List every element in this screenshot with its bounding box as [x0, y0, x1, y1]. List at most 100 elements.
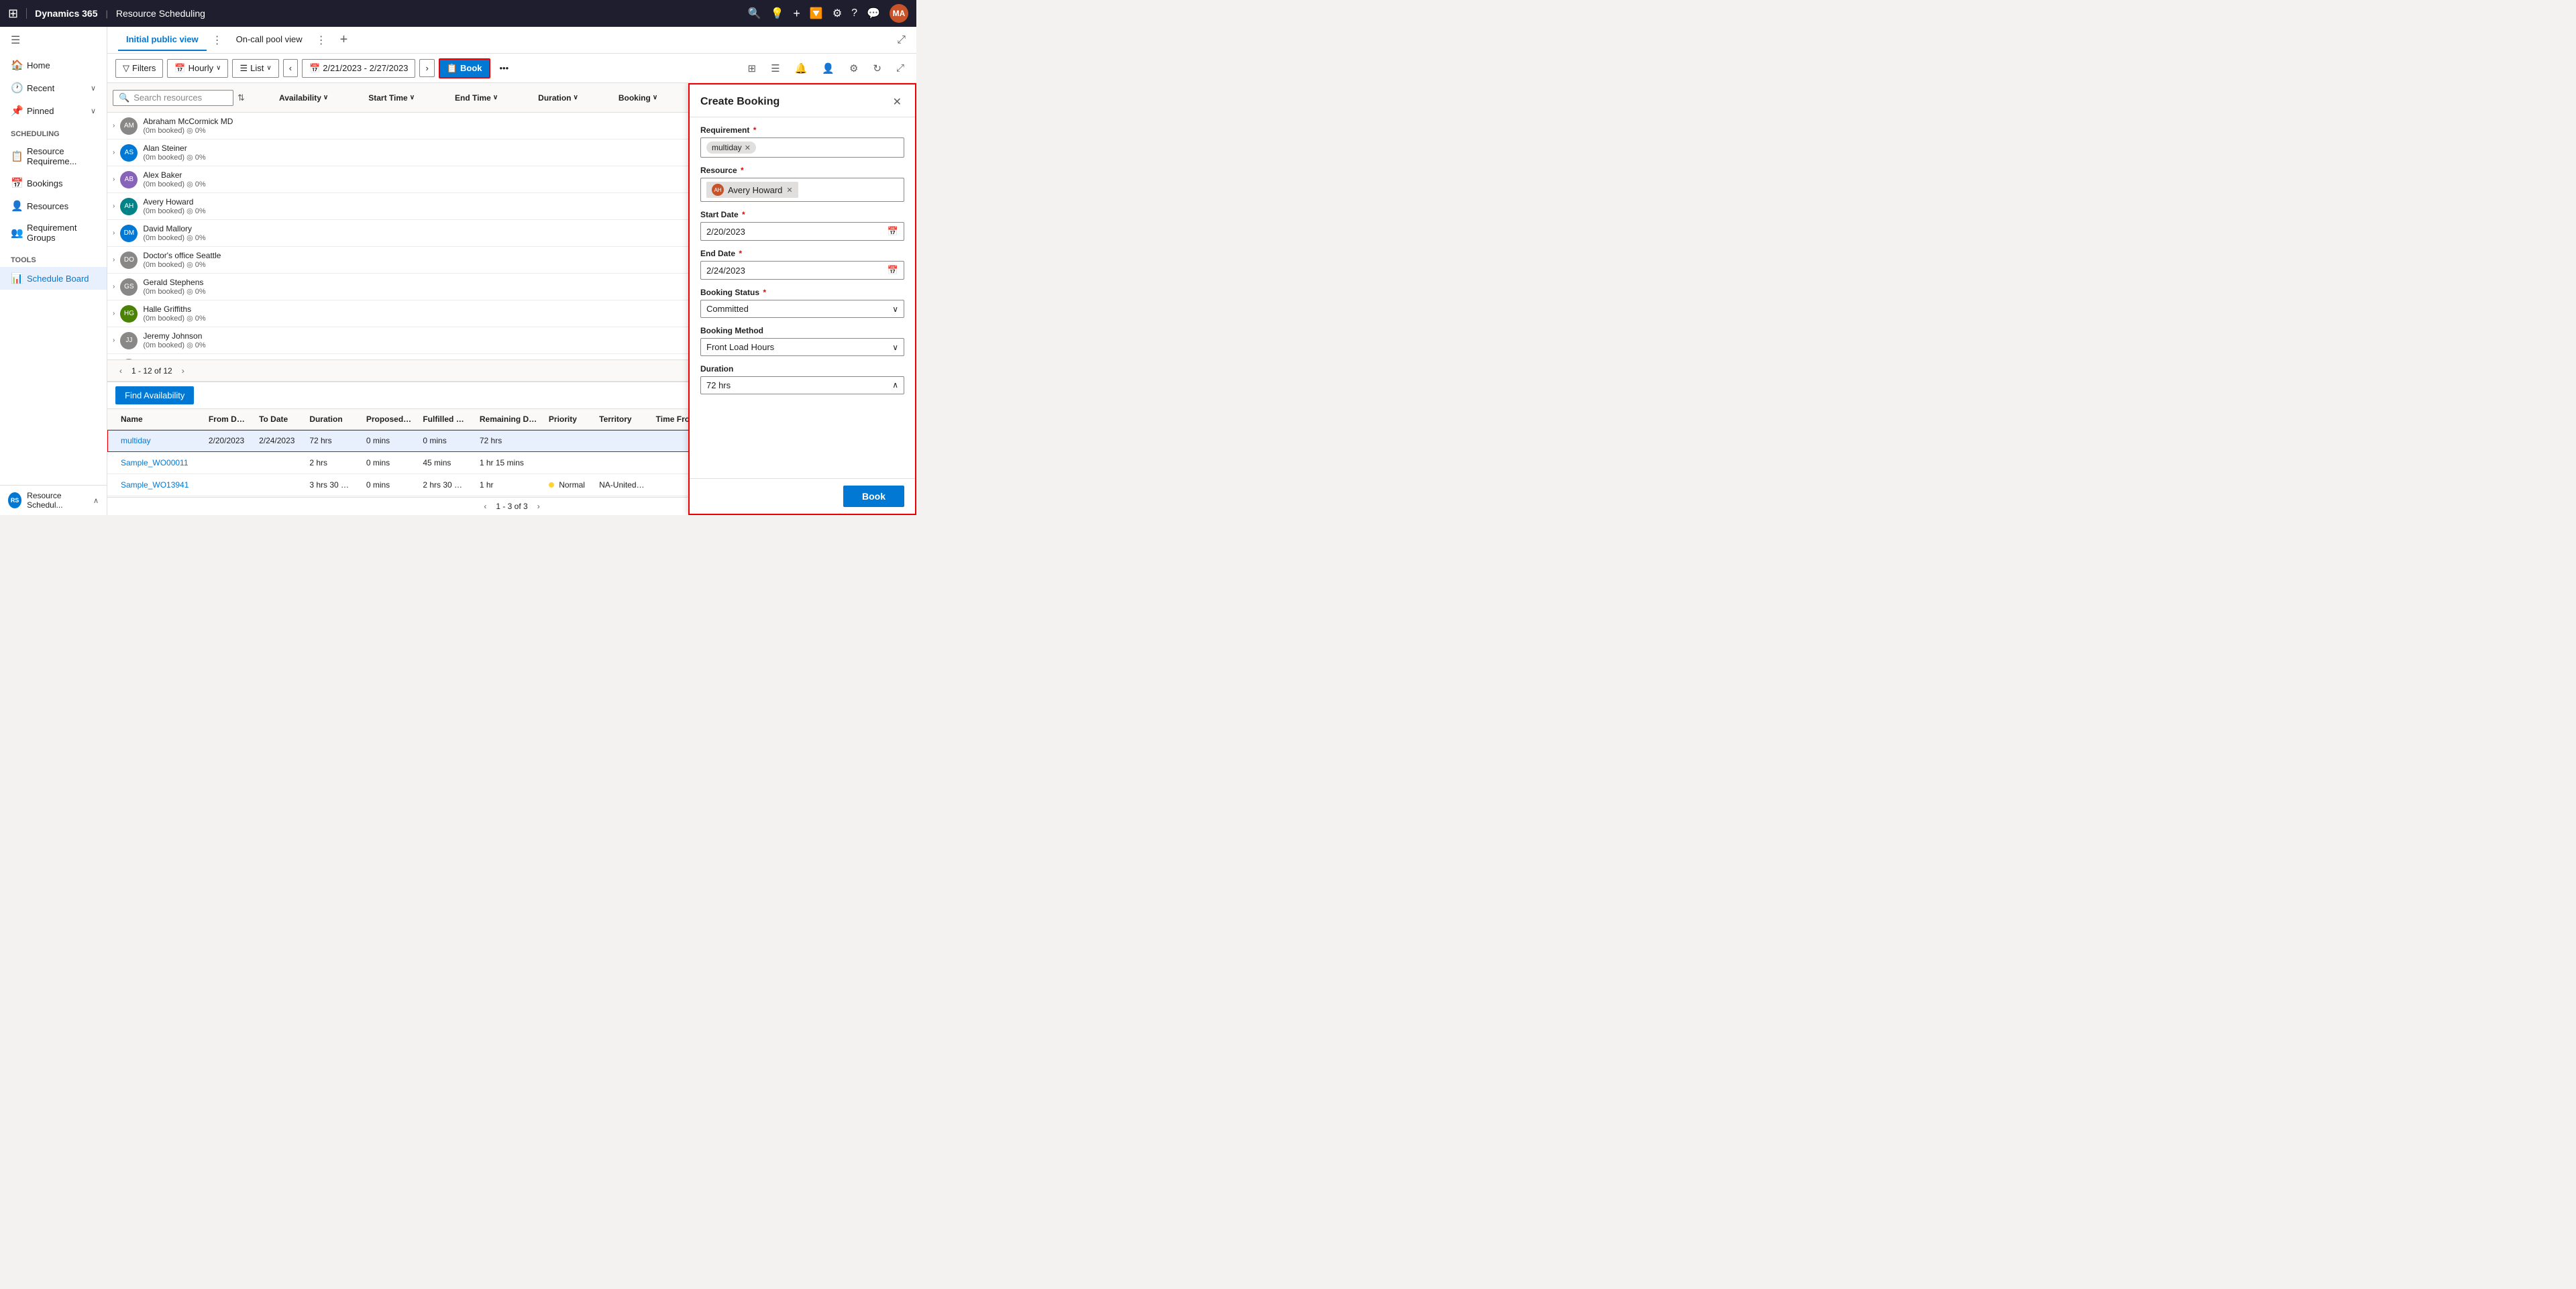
next-date-button[interactable]: › [419, 59, 434, 77]
list-view-icon[interactable]: ☰ [767, 60, 784, 77]
req-territory-2: NA-United Sta... [594, 478, 651, 492]
avatar: JJ [120, 332, 138, 349]
sidebar-item-resources[interactable]: 👤 Resources [0, 194, 107, 217]
add-icon[interactable]: + [793, 7, 800, 21]
resource-input[interactable]: AH Avery Howard ✕ [700, 178, 904, 202]
availability-col-header[interactable]: Availability ∨ [279, 93, 328, 103]
grid-view-icon[interactable]: ⊞ [744, 60, 761, 77]
req-from-date-2 [203, 482, 254, 488]
sidebar-bottom-item[interactable]: RS Resource Schedul... ∧ [0, 485, 107, 515]
req-fulfilled-0: 0 mins [417, 433, 474, 448]
search-resources-input[interactable]: 🔍 Search resources [113, 90, 233, 106]
duration-col-header[interactable]: Duration ∨ [538, 93, 578, 103]
expand-arrow-2[interactable]: › [113, 176, 115, 183]
close-button[interactable]: ✕ [890, 94, 904, 110]
starttime-col-header[interactable]: Start Time ∨ [368, 93, 415, 103]
refresh-icon[interactable]: ↻ [869, 60, 885, 77]
req-link-wo00011[interactable]: Sample_WO00011 [121, 458, 189, 467]
endtime-col-header[interactable]: End Time ∨ [455, 93, 498, 103]
find-availability-button[interactable]: Find Availability [115, 386, 194, 404]
app-switcher-icon[interactable]: ⊞ [8, 7, 18, 21]
tab-options-icon-1[interactable]: ⋮ [209, 34, 225, 47]
sidebar-bottom-label: Resource Schedul... [27, 491, 88, 510]
sidebar: ☰ 🏠 Home 🕐 Recent ∨ 📌 Pinned ∨ Schedulin… [0, 27, 107, 515]
scheduling-section-title: Scheduling [0, 122, 107, 141]
prev-date-button[interactable]: ‹ [283, 59, 298, 77]
resource-tag-remove[interactable]: ✕ [786, 186, 792, 194]
expand-arrow-3[interactable]: › [113, 203, 115, 210]
sidebar-item-home[interactable]: 🏠 Home [0, 54, 107, 76]
booking-status-select[interactable]: Committed ∨ [700, 300, 904, 318]
more-options-button[interactable]: ••• [494, 60, 515, 76]
expand-arrow-7[interactable]: › [113, 310, 115, 317]
expand-arrow-1[interactable]: › [113, 149, 115, 156]
hourly-chevron-icon: ∨ [216, 64, 221, 72]
resource-sub-2: (0m booked) ◎ 0% [143, 180, 205, 188]
req-link-multiday[interactable]: multiday [121, 436, 151, 445]
req-prev-page-button[interactable]: ‹ [480, 500, 490, 512]
intelligence-icon[interactable]: 💡 [770, 7, 784, 20]
req-next-page-button[interactable]: › [533, 500, 544, 512]
end-date-input[interactable]: 2/24/2023 📅 [700, 261, 904, 280]
expand-arrow-0[interactable]: › [113, 122, 115, 129]
booking-method-label: Booking Method [700, 326, 904, 335]
req-link-wo13941[interactable]: Sample_WO13941 [121, 480, 189, 490]
user-avatar[interactable]: MA [890, 4, 908, 23]
avatar: AM [120, 117, 138, 135]
module-name: Resource Scheduling [116, 8, 205, 19]
prev-page-button[interactable]: ‹ [115, 365, 126, 377]
calendar-picker-icon[interactable]: 📅 [888, 226, 898, 237]
booking-method-select[interactable]: Front Load Hours ∨ [700, 338, 904, 356]
requirement-input[interactable]: multiday ✕ [700, 137, 904, 158]
sidebar-item-recent[interactable]: 🕐 Recent ∨ [0, 76, 107, 99]
bottom-chevron-icon: ∧ [93, 496, 99, 505]
add-tab-icon[interactable]: + [335, 30, 354, 50]
duration-select[interactable]: 72 hrs ∧ [700, 376, 904, 394]
resource-info-8: Jeremy Johnson (0m booked) ◎ 0% [143, 331, 205, 349]
expand-arrow-8[interactable]: › [113, 337, 115, 344]
list-button[interactable]: ☰ List ∨ [232, 59, 278, 78]
person-icon[interactable]: 👤 [818, 60, 839, 77]
resource-name-3: Avery Howard [143, 197, 205, 207]
settings-board-icon[interactable]: ⚙ [845, 60, 862, 77]
tab-initial-public-view[interactable]: Initial public view [118, 29, 207, 51]
schedule-board-icon: 📊 [11, 272, 21, 284]
list-label: List [250, 63, 264, 73]
sort-icon[interactable]: ⇅ [237, 93, 245, 103]
tab-oncall-pool-view[interactable]: On-call pool view [228, 29, 311, 51]
chat-icon[interactable]: 💬 [867, 7, 880, 20]
booking-col-header[interactable]: Booking ∨ [619, 93, 657, 103]
availability-chevron-icon: ∨ [323, 94, 328, 101]
sidebar-item-bookings[interactable]: 📅 Bookings [0, 172, 107, 194]
settings-icon[interactable]: ⚙ [833, 7, 842, 20]
end-date-calendar-icon[interactable]: 📅 [888, 265, 898, 276]
filters-button[interactable]: ▽ Filters [115, 59, 163, 78]
expand-arrow-6[interactable]: › [113, 283, 115, 290]
fullscreen-icon[interactable]: ⤢ [892, 60, 908, 76]
panel-book-button[interactable]: Book [843, 486, 904, 507]
sidebar-item-pinned[interactable]: 📌 Pinned ∨ [0, 99, 107, 122]
next-page-button[interactable]: › [178, 365, 189, 377]
view-hourly-button[interactable]: 📅 Hourly ∨ [167, 59, 228, 78]
expand-arrow-5[interactable]: › [113, 256, 115, 264]
req-to-date-2 [254, 482, 304, 488]
global-search-icon[interactable]: 🔍 [748, 7, 761, 20]
date-range-button[interactable]: 📅 2/21/2023 - 2/27/2023 [302, 59, 415, 78]
req-from-date-0: 2/20/2023 [203, 433, 254, 448]
help-icon[interactable]: ? [851, 7, 857, 19]
notification-icon[interactable]: 🔔 [791, 60, 812, 77]
req-remaining-2: 1 hr [474, 478, 543, 492]
book-button[interactable]: 📋 Book [439, 58, 490, 78]
req-remaining-1: 1 hr 15 mins [474, 455, 543, 470]
sidebar-item-schedule-board[interactable]: 📊 Schedule Board [0, 267, 107, 290]
requirement-tag-remove[interactable]: ✕ [745, 144, 751, 152]
filter-icon[interactable]: 🔽 [810, 7, 823, 20]
tab-options-icon-2[interactable]: ⋮ [313, 34, 329, 47]
expand-arrow-4[interactable]: › [113, 229, 115, 237]
sidebar-menu-icon[interactable]: ☰ [0, 27, 107, 54]
start-date-input[interactable]: 2/20/2023 📅 [700, 222, 904, 241]
tab-expand-icon[interactable]: ⤢ [897, 34, 906, 46]
sidebar-item-resource-requirements[interactable]: 📋 Resource Requireme... [0, 141, 107, 172]
col-header-name: Name [115, 412, 203, 427]
sidebar-item-requirement-groups[interactable]: 👥 Requirement Groups [0, 217, 107, 248]
